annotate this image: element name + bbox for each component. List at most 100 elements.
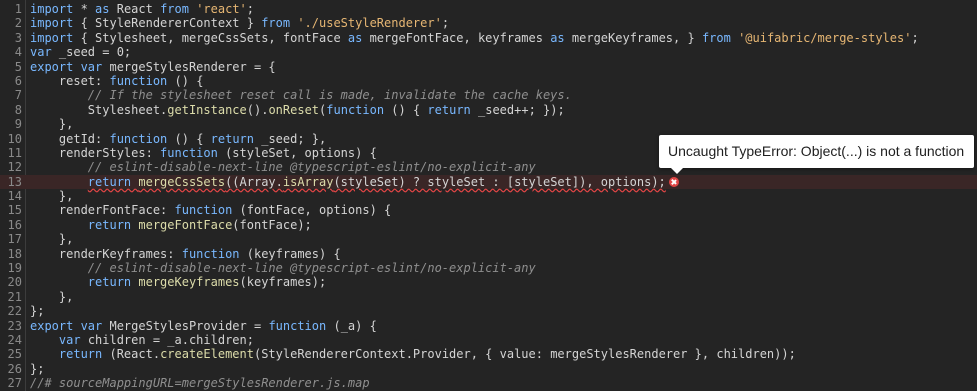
code-line[interactable]: 21 },: [0, 290, 977, 304]
line-code: var children = _a.children;: [30, 333, 254, 347]
code-line[interactable]: 9 },: [0, 117, 977, 131]
token: };: [30, 361, 45, 376]
line-number: 5: [14, 59, 22, 74]
token: as: [347, 30, 370, 45]
line-number: 27: [7, 376, 22, 391]
token: function: [174, 203, 240, 218]
token: import: [30, 30, 81, 45]
code-line[interactable]: 1 import * as React from 'react';: [0, 2, 977, 16]
line-number: 20: [7, 275, 22, 290]
line-code: return mergeKeyframes(keyframes);: [30, 275, 326, 289]
token: return: [58, 347, 110, 362]
code-line[interactable]: 25 return (React.createElement(StyleRend…: [0, 347, 977, 361]
line-number: 2: [14, 16, 22, 31]
line-code: var _seed = 0;: [30, 45, 131, 59]
token: mergeFontFace: [138, 217, 233, 232]
token: './useStyleRenderer': [297, 16, 442, 31]
code-line[interactable]: 14 },: [0, 189, 977, 203]
token: MergeStylesProvider =: [109, 318, 269, 333]
line-number: 9: [14, 117, 22, 132]
token: from: [261, 16, 298, 31]
token: ;: [911, 30, 919, 45]
token: import: [30, 2, 81, 16]
token: },: [30, 289, 74, 304]
token: from: [701, 30, 739, 45]
code-line[interactable]: 23 export var MergeStylesProvider = funct…: [0, 319, 977, 333]
line-number: 13: [7, 174, 22, 189]
error-tooltip: Uncaught TypeError: Object(...) is not a…: [659, 135, 975, 174]
line-code: import { Stylesheet, mergeCssSets, fontF…: [30, 31, 919, 45]
line-code: return (React.createElement(StyleRendere…: [30, 347, 796, 361]
token: return: [210, 131, 262, 146]
token: function: [326, 102, 392, 117]
token: (_a) {: [333, 318, 377, 333]
token: _seed = 0;: [58, 45, 132, 60]
line-code: },: [30, 290, 73, 304]
line-code: },: [30, 232, 73, 246]
line-number: 22: [7, 304, 22, 319]
token: (fontFace, options) {: [239, 203, 392, 218]
token: };: [30, 304, 45, 319]
line-code: export var MergeStylesProvider = functio…: [30, 319, 377, 333]
code-line[interactable]: 7 // If the stylesheet reset call is mad…: [0, 88, 977, 102]
code-line[interactable]: 18 renderKeyframes: function (keyframes)…: [0, 247, 977, 261]
code-line[interactable]: 2 import { StyleRendererContext } from '.…: [0, 16, 977, 30]
error-tooltip-message: Uncaught TypeError: Object(...) is not a…: [668, 143, 965, 159]
token: var: [58, 332, 88, 347]
code-line[interactable]: 24 var children = _a.children;: [0, 333, 977, 347]
line-code: // eslint-disable-next-line @typescript-…: [30, 160, 536, 174]
code-line[interactable]: 26};: [0, 362, 977, 376]
code-line[interactable]: 20 return mergeKeyframes(keyframes);: [0, 275, 977, 289]
token: (keyframes);: [239, 275, 327, 290]
line-number: 4: [14, 45, 22, 60]
code-line[interactable]: 8 Stylesheet.getInstance().onReset(funct…: [0, 103, 977, 117]
code-line[interactable]: 16 return mergeFontFace(fontFace);: [0, 218, 977, 232]
code-line[interactable]: 15 renderFontFace: function (fontFace, o…: [0, 203, 977, 217]
token: () {: [174, 73, 204, 88]
token: *: [80, 2, 96, 16]
line-number: 8: [14, 102, 22, 117]
token: { Stylesheet, mergeCssSets, fontFace: [80, 30, 348, 45]
token: (StyleRendererContext.Provider, { value:…: [253, 347, 796, 362]
token: ((Array.: [225, 174, 283, 189]
line-code: return mergeFontFace(fontFace);: [30, 218, 312, 232]
code-line[interactable]: 22};: [0, 304, 977, 318]
token: export var: [30, 318, 110, 333]
token: // If the stylesheet reset call is made,…: [30, 88, 572, 103]
token: React: [116, 2, 161, 16]
code-line[interactable]: 4 var _seed = 0;: [0, 45, 977, 59]
line-number: 7: [14, 88, 22, 103]
code-line[interactable]: 5 export var mergeStylesRenderer = {: [0, 60, 977, 74]
code-line[interactable]: 19 // eslint-disable-next-line @typescri…: [0, 261, 977, 275]
error-circle-icon[interactable]: [668, 176, 679, 187]
line-number: 18: [7, 246, 22, 261]
token: getId:: [30, 131, 110, 146]
line-number: 26: [7, 361, 22, 376]
line-code: Stylesheet.getInstance().onReset(functio…: [30, 103, 565, 117]
token: from: [160, 2, 197, 16]
line-code: import { StyleRendererContext } from './…: [30, 16, 449, 30]
code-line[interactable]: 3 import { Stylesheet, mergeCssSets, font…: [0, 31, 977, 45]
code-line[interactable]: 27 //# sourceMappingURL=mergeStylesRender…: [0, 376, 977, 390]
token: return: [87, 217, 139, 232]
line-number: 15: [7, 203, 22, 218]
token: ().: [246, 102, 269, 117]
line-code: import * as React from 'react';: [30, 2, 254, 16]
line-code: getId: function () { return _seed; },: [30, 132, 326, 146]
token: 'react': [196, 2, 247, 16]
code-line-error[interactable]: 13 return mergeCssSets((Array.isArray(st…: [0, 174, 977, 190]
token: return: [87, 275, 139, 290]
token: mergeStylesRenderer = {: [109, 59, 276, 74]
line-number: 25: [7, 347, 22, 362]
line-code: return mergeCssSets((Array.isArray(style…: [30, 175, 679, 189]
code-editor[interactable]: 1 import * as React from 'react'; 2 import …: [0, 0, 977, 391]
line-number: 17: [7, 232, 22, 247]
line-number: 10: [7, 131, 22, 146]
line-number: 6: [14, 73, 22, 88]
token: mergeCssSets: [138, 174, 226, 189]
code-line[interactable]: 17 },: [0, 232, 977, 246]
code-line[interactable]: 6 reset: function () {: [0, 74, 977, 88]
